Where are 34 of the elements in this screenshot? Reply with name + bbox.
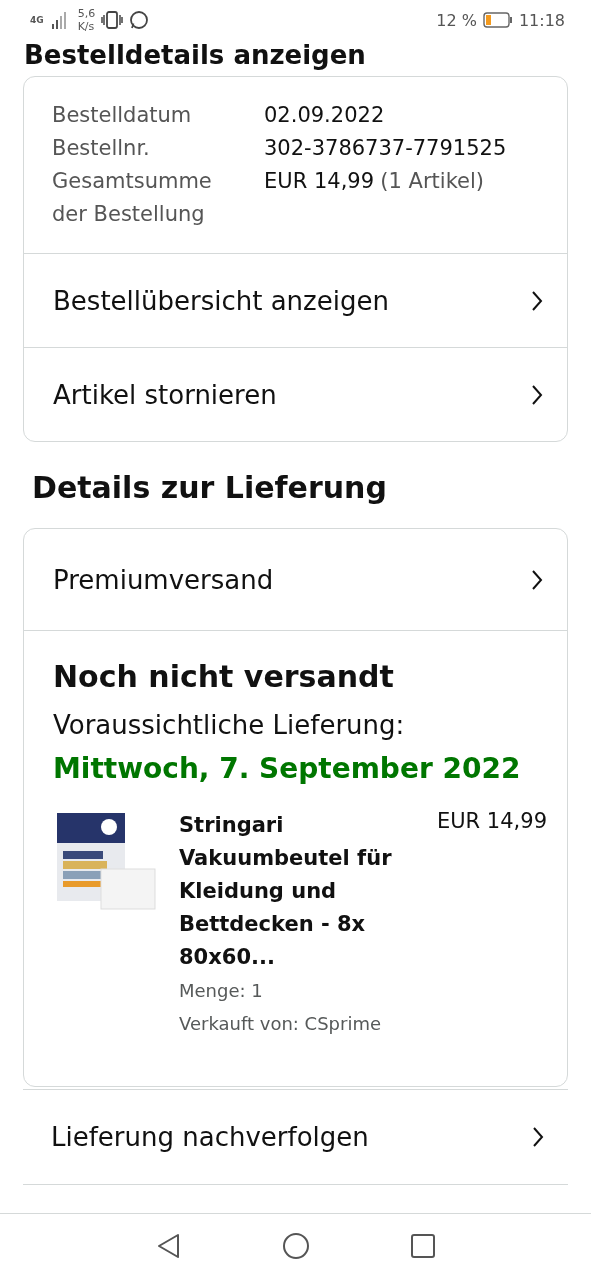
field-label: Bestelldatum xyxy=(52,102,193,129)
link-row[interactable]: Premiumversand xyxy=(24,529,567,631)
clock: 11:18 xyxy=(518,10,565,30)
page-heading: Bestelldetails anzeigen xyxy=(24,40,367,70)
expected-date: Mittwoch, 7. September 2022 xyxy=(53,751,522,787)
price: EUR 14,99 xyxy=(436,809,547,835)
section-heading: Details zur Lieferung xyxy=(32,469,388,507)
product-title[interactable]: Stringari Vakuumbeutel für Kleidung und Bettdecken - 8x 80x60... xyxy=(179,809,409,974)
expected-label: Voraussichtliche Lieferung: xyxy=(53,709,406,742)
vibrate-icon xyxy=(101,10,124,30)
battery-icon xyxy=(482,12,513,28)
link-row[interactable]: Lieferung nachverfolgen xyxy=(23,1089,568,1185)
field-value: 02.09.2022 xyxy=(264,102,386,129)
recents-icon[interactable] xyxy=(409,1233,436,1259)
shipment-status: Noch nicht versandt xyxy=(53,658,395,696)
field-value: EUR 14,99 (1 Artikel) xyxy=(264,168,485,195)
chat-icon xyxy=(129,10,150,30)
link-row[interactable]: Bestellübersicht anzeigen xyxy=(24,254,567,347)
field-label: Bestellnr. xyxy=(52,135,151,162)
field-label: Gesamtsumme der Bestellung xyxy=(52,168,213,228)
speed-value: 5,6 xyxy=(77,7,96,20)
quantity: Menge: 1 xyxy=(179,979,264,1003)
chevron-icon xyxy=(531,289,543,312)
battery-percent: 12 % xyxy=(436,10,477,30)
chevron-icon xyxy=(531,383,543,406)
chevron-icon xyxy=(532,1126,544,1148)
field-value: 302-3786737-7791525 xyxy=(264,135,508,162)
seller: Verkauft von: CSprime xyxy=(179,1012,383,1036)
speed-unit: K/s xyxy=(77,20,96,33)
link-row[interactable]: Artikel stornieren xyxy=(24,347,567,441)
home-icon[interactable] xyxy=(281,1232,310,1260)
back-icon[interactable] xyxy=(155,1232,182,1260)
chevron-icon xyxy=(531,568,543,591)
network-label: 4G xyxy=(30,15,44,25)
